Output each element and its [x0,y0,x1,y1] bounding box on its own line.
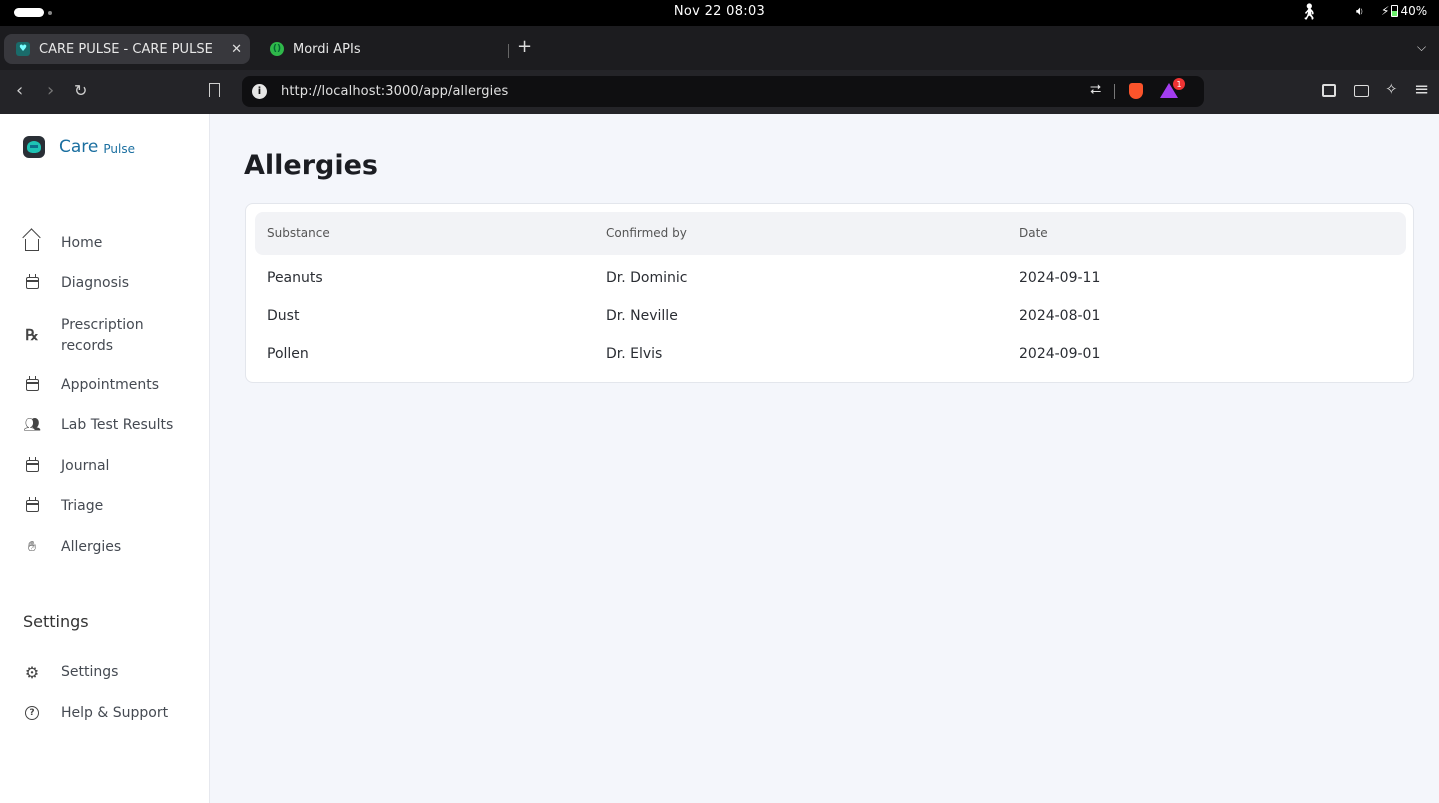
sidebar-item-help-support[interactable]: ? Help & Support [0,702,209,724]
tab-title: CARE PULSE - CARE PULSE [39,41,213,57]
users-icon: 👥︎ [23,417,41,433]
volume-icon[interactable]: 🔉︎ [1356,4,1364,19]
brand-name-care: Care [59,137,99,157]
os-clock[interactable]: Nov 22 08:03 [0,4,1439,19]
column-header-date: Date [1019,226,1048,240]
sidebar-item-diagnosis[interactable]: Diagnosis [0,272,209,294]
sidebar: Care Pulse Home Diagnosis ℞ Prescription… [0,114,210,803]
hand-icon: ✋︎ [28,539,36,555]
sidebar-item-label: Prescription records [61,317,144,354]
sidebar-item-journal[interactable]: Journal [0,455,209,477]
sidebar-item-prescription-records[interactable]: ℞ Prescription records [0,313,209,357]
browser-tab-bar: ♥ CARE PULSE - CARE PULSE ✕ () Mordi API… [0,26,1439,70]
close-tab-icon[interactable]: ✕ [231,42,242,57]
sidebar-item-label: Settings [61,663,119,680]
cell-date: 2024-09-11 [1019,270,1101,286]
table-row[interactable]: Pollen Dr. Elvis 2024-09-01 [246,336,1415,374]
battery-indicator[interactable]: ⚡︎ 40% [1381,4,1427,18]
tab-list-chevron-icon[interactable]: ⌵ [1417,40,1426,55]
address-bar[interactable]: i http://localhost:3000/app/allergies ⮂ … [242,76,1204,107]
cell-substance: Pollen [267,346,309,362]
sidebar-toggle-icon[interactable] [1322,84,1336,97]
tab-mordi-apis[interactable]: () Mordi APIs [262,34,508,64]
table-row[interactable]: Peanuts Dr. Dominic 2024-09-11 [246,260,1415,298]
wallet-icon[interactable] [1354,85,1369,97]
browser-toolbar: ‹ › ↻ i http://localhost:3000/app/allerg… [0,70,1439,114]
care-pulse-favicon-icon: ♥ [16,42,30,56]
cell-confirmed-by: Dr. Dominic [606,270,688,286]
table-header: Substance Confirmed by Date [255,212,1406,255]
sidebar-item-label: Lab Test Results [61,416,174,433]
menu-icon[interactable]: ≡ [1414,79,1429,100]
allergies-table-card: Substance Confirmed by Date Peanuts Dr. … [245,203,1414,383]
cell-substance: Dust [267,308,300,324]
sidebar-item-label: Journal [61,457,110,474]
cell-confirmed-by: Dr. Neville [606,308,678,324]
calendar-icon [24,274,40,291]
rx-icon: ℞ [25,326,39,344]
bookmark-icon[interactable] [209,83,220,97]
calendar-icon [24,376,40,393]
url-input[interactable]: http://localhost:3000/app/allergies [281,84,508,99]
column-header-confirmed-by: Confirmed by [606,226,687,240]
sidebar-item-label: Allergies [61,538,122,555]
battery-icon [1391,5,1399,17]
sidebar-item-label: Diagnosis [61,274,130,291]
sidebar-item-label: Home [61,234,103,251]
os-top-bar: Nov 22 08:03 🚶︎ 🔉︎ ⚡︎ 40% [0,0,1439,26]
mordi-favicon-icon: () [270,42,284,56]
home-icon [24,235,40,251]
brave-shields-icon[interactable] [1129,83,1143,99]
forward-icon[interactable]: › [47,81,54,101]
cell-date: 2024-08-01 [1019,308,1101,324]
cell-confirmed-by: Dr. Elvis [606,346,663,362]
sidebar-item-settings[interactable]: ⚙ Settings [0,661,209,683]
sidebar-item-label: Triage [61,497,104,514]
sidebar-item-home[interactable]: Home [0,232,209,254]
sidebar-item-allergies[interactable]: ✋︎ Allergies [0,536,209,558]
battery-percent: 40% [1400,4,1428,18]
tab-divider [508,44,509,58]
address-divider [1114,84,1115,99]
site-info-icon[interactable]: i [252,84,267,99]
column-header-substance: Substance [267,226,330,240]
sidebar-item-triage[interactable]: Triage [0,495,209,517]
share-icon[interactable]: ⮂ [1090,82,1101,98]
settings-section-title: Settings [23,612,89,631]
sidebar-item-label: Help & Support [61,704,169,721]
help-icon: ? [24,705,40,721]
table-row[interactable]: Dust Dr. Neville 2024-08-01 [246,298,1415,336]
back-icon[interactable]: ‹ [16,81,23,101]
rewards-badge: 1 [1173,78,1185,90]
sidebar-item-lab-test-results[interactable]: 👥︎ Lab Test Results [0,414,209,436]
new-tab-button[interactable]: + [517,36,532,57]
brand-logo[interactable]: Care Pulse [23,136,135,158]
tab-title: Mordi APIs [293,41,361,57]
sidebar-item-appointments[interactable]: Appointments [0,374,209,396]
sidebar-item-label: Appointments [61,376,160,393]
gear-icon: ⚙ [24,662,40,682]
page-title: Allergies [244,150,378,181]
charging-icon: ⚡︎ [1381,4,1390,18]
tab-care-pulse[interactable]: ♥ CARE PULSE - CARE PULSE ✕ [4,34,250,64]
care-pulse-logo-icon [23,136,45,158]
cell-date: 2024-09-01 [1019,346,1101,362]
brand-name-pulse: Pulse [103,141,135,156]
cell-substance: Peanuts [267,270,323,286]
calendar-icon [24,457,40,474]
leo-ai-icon[interactable]: ✧ [1385,80,1398,98]
accessibility-icon[interactable]: 🚶︎ [1299,2,1319,21]
reload-icon[interactable]: ↻ [74,81,87,101]
calendar-icon [24,497,40,514]
